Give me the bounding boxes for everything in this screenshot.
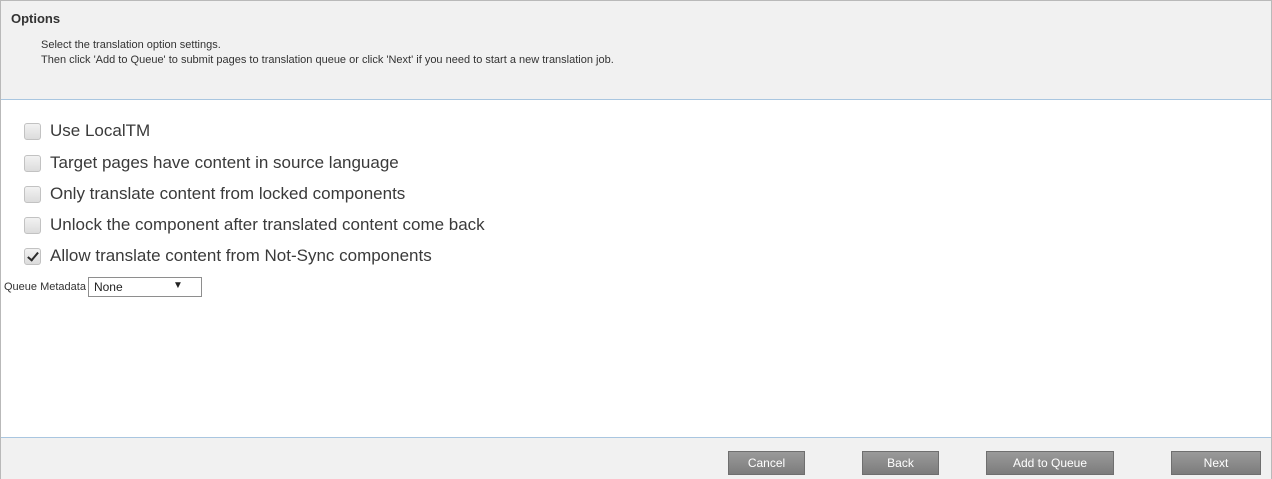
cancel-button[interactable]: Cancel bbox=[728, 451, 805, 475]
options-header: Options Select the translation option se… bbox=[1, 1, 1271, 100]
option-unlock-after-translation[interactable]: Unlock the component after translated co… bbox=[24, 214, 485, 236]
queue-metadata-row: Queue Metadata None ▼ bbox=[4, 276, 202, 298]
instruction-line-2: Then click 'Add to Queue' to submit page… bbox=[41, 54, 614, 66]
button-bar: Cancel Back Add to Queue Next bbox=[1, 437, 1271, 479]
queue-metadata-label: Queue Metadata bbox=[4, 281, 86, 293]
options-content: Use LocalTM Target pages have content in… bbox=[1, 100, 1271, 437]
option-not-sync-components[interactable]: Allow translate content from Not-Sync co… bbox=[24, 245, 432, 267]
back-button[interactable]: Back bbox=[862, 451, 939, 475]
option-label: Target pages have content in source lang… bbox=[50, 153, 399, 172]
target-pages-source-language-checkbox[interactable] bbox=[24, 154, 41, 172]
option-only-locked-components[interactable]: Only translate content from locked compo… bbox=[24, 183, 405, 205]
queue-metadata-value: None bbox=[93, 280, 123, 294]
option-label: Unlock the component after translated co… bbox=[50, 215, 485, 234]
option-label: Only translate content from locked compo… bbox=[50, 184, 406, 203]
option-label: Allow translate content from Not-Sync co… bbox=[50, 246, 432, 265]
not-sync-components-checkbox[interactable] bbox=[24, 247, 41, 265]
queue-metadata-select[interactable]: None ▼ bbox=[87, 277, 202, 297]
unlock-after-translation-checkbox[interactable] bbox=[24, 216, 41, 234]
add-to-queue-button[interactable]: Add to Queue bbox=[986, 451, 1114, 475]
option-label: Use LocalTM bbox=[50, 121, 151, 140]
only-locked-components-checkbox[interactable] bbox=[24, 185, 41, 203]
option-use-localtm[interactable]: Use LocalTM bbox=[24, 120, 150, 142]
option-target-pages-source-language[interactable]: Target pages have content in source lang… bbox=[24, 152, 399, 174]
instruction-line-1: Select the translation option settings. bbox=[41, 39, 221, 51]
dropdown-arrow-icon: ▼ bbox=[173, 280, 183, 291]
options-panel: Options Select the translation option se… bbox=[0, 0, 1272, 479]
use-localtm-checkbox[interactable] bbox=[24, 122, 41, 140]
panel-title: Options bbox=[11, 11, 61, 26]
next-button[interactable]: Next bbox=[1171, 451, 1261, 475]
